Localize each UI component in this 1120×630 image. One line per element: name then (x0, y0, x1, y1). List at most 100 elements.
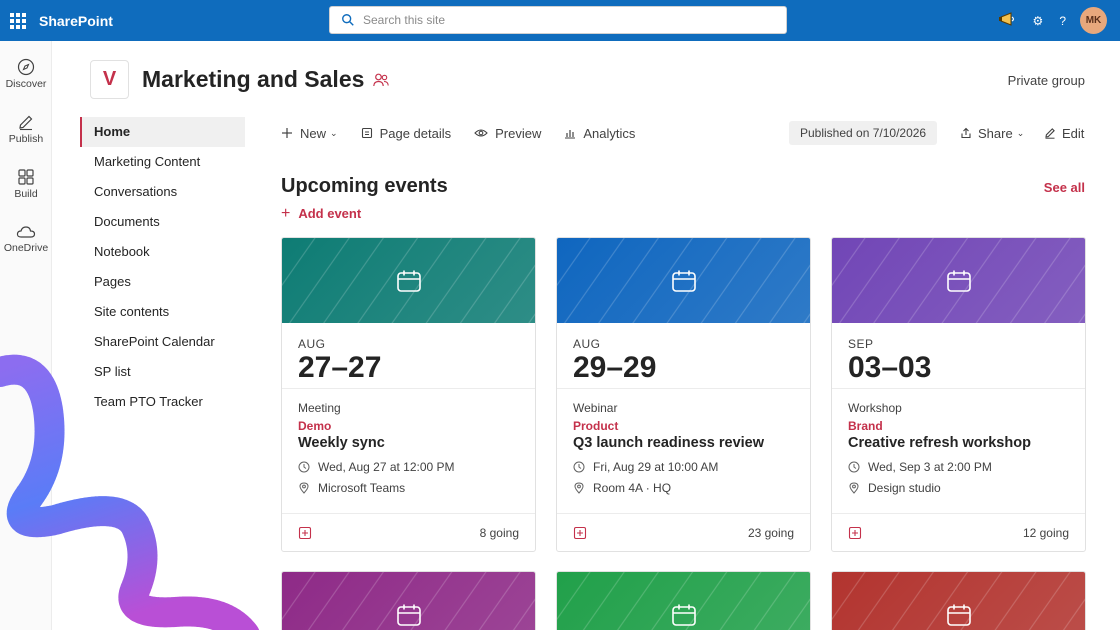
appbar-label: Discover (5, 78, 47, 90)
nav-item-sp-list[interactable]: SP list (80, 357, 245, 387)
pencil-icon (1045, 128, 1055, 139)
location-pin-icon (849, 482, 859, 494)
clock-icon (848, 461, 860, 473)
event-time: Wed, Sep 3 at 2:00 PM (848, 460, 1069, 474)
nav-item-conversations[interactable]: Conversations (80, 177, 245, 207)
event-footer: 8 going (282, 514, 535, 551)
event-location-text: Microsoft Teams (318, 481, 406, 495)
site-navigation: Home Marketing Content Conversations Doc… (80, 117, 245, 417)
appbar-item-onedrive[interactable]: OneDrive (0, 224, 52, 254)
add-to-calendar-icon[interactable] (848, 526, 862, 540)
plus-icon (282, 128, 292, 138)
published-status: Published on 7/10/2026 (789, 121, 938, 145)
appbar-item-publish[interactable]: Publish (0, 113, 52, 145)
event-month: AUG (573, 337, 601, 351)
event-date: AUG 29–29 (557, 323, 810, 389)
event-attendee-count: 12 going (1022, 525, 1069, 540)
pen-icon (19, 115, 33, 131)
event-card[interactable]: AUG 29–29 Webinar Product Q3 launch readines… (556, 237, 811, 552)
event-time: Wed, Aug 27 at 12:00 PM (298, 460, 519, 474)
app-bar: Discover Publish Build OneDrive (0, 41, 52, 630)
search-icon (342, 14, 354, 26)
add-to-calendar-icon[interactable] (298, 526, 312, 540)
nav-item-team-pto-tracker[interactable]: Team PTO Tracker (80, 387, 245, 417)
analytics-button[interactable]: Analytics (564, 126, 635, 141)
avatar[interactable]: MK (1080, 7, 1107, 34)
calendar-icon (946, 270, 971, 292)
settings-gear-icon[interactable]: ⚙ (1033, 14, 1044, 28)
nav-item-documents[interactable]: Documents (80, 207, 245, 237)
event-time-text: Fri, Aug 29 at 10:00 AM (593, 460, 719, 474)
event-category: Product (573, 419, 619, 433)
event-type: Workshop (848, 401, 902, 415)
site-logo[interactable]: V (90, 60, 129, 99)
nav-item-pages[interactable]: Pages (80, 267, 245, 297)
clock-icon (573, 461, 585, 473)
nav-item-home[interactable]: Home (80, 117, 245, 147)
preview-label: Preview (495, 125, 542, 141)
event-card[interactable]: SEP 03–03 Workshop Brand Creative refresh wo… (831, 237, 1086, 552)
event-footer: 12 going (832, 514, 1085, 551)
search-input[interactable] (363, 13, 743, 27)
group-members-icon[interactable] (373, 73, 389, 87)
page-title[interactable]: Marketing and Sales (142, 66, 364, 93)
event-type: Webinar (573, 401, 618, 415)
calendar-icon (946, 604, 971, 626)
event-time: Fri, Aug 29 at 10:00 AM (573, 460, 794, 474)
new-button[interactable]: New ⌄ (281, 126, 338, 141)
appbar-item-discover[interactable]: Discover (0, 58, 52, 90)
event-title[interactable]: Weekly sync (298, 435, 519, 451)
event-card[interactable] (281, 571, 536, 630)
nav-item-sharepoint-calendar[interactable]: SharePoint Calendar (80, 327, 245, 357)
page-details-button[interactable]: Page details (361, 125, 452, 141)
suite-bar: SharePoint ⚙ ? MK (0, 0, 1120, 41)
event-category: Brand (848, 419, 883, 433)
megaphone-icon[interactable] (998, 12, 1017, 29)
event-date: AUG 27–27 (282, 323, 535, 389)
appbar-label: Publish (8, 133, 44, 145)
preview-button[interactable]: Preview (474, 126, 541, 141)
event-info: Workshop Brand Creative refresh workshop We… (832, 389, 1085, 514)
event-location: Microsoft Teams (298, 481, 519, 495)
grid-icon (18, 169, 34, 185)
event-card[interactable] (556, 571, 811, 630)
event-info: Webinar Product Q3 launch readiness review… (557, 389, 810, 514)
page-details-label: Page details (379, 125, 452, 141)
nav-item-site-contents[interactable]: Site contents (80, 297, 245, 327)
edit-button[interactable]: Edit (1044, 121, 1084, 145)
location-pin-icon (299, 482, 309, 494)
chevron-down-icon: ⌄ (1016, 127, 1025, 138)
share-button[interactable]: Share ⌄ (960, 121, 1024, 145)
event-card[interactable] (831, 571, 1086, 630)
privacy-label: Private group (1007, 73, 1085, 88)
clock-icon (298, 461, 310, 473)
app-name[interactable]: SharePoint (39, 13, 113, 29)
add-event-button[interactable]: + Add event (281, 204, 361, 222)
eye-icon (474, 129, 488, 137)
appbar-item-build[interactable]: Build (0, 168, 52, 200)
app-launcher-button[interactable] (0, 0, 36, 41)
event-location: Room 4A · HQ (573, 481, 794, 495)
help-icon[interactable]: ? (1059, 14, 1066, 28)
page-details-icon (361, 127, 372, 139)
event-banner (557, 238, 810, 323)
event-month: SEP (848, 337, 874, 351)
calendar-icon (396, 270, 421, 292)
event-banner (282, 572, 535, 630)
event-day-range: 29–29 (573, 351, 657, 384)
command-bar: New ⌄ Page details Preview Analytics (281, 121, 658, 145)
search-box[interactable] (329, 6, 787, 34)
event-type: Meeting (298, 401, 341, 415)
event-title[interactable]: Creative refresh workshop (848, 435, 1069, 451)
event-location-text: Design studio (868, 481, 941, 495)
event-date: SEP 03–03 (832, 323, 1085, 389)
nav-item-marketing-content[interactable]: Marketing Content (80, 147, 245, 177)
nav-item-notebook[interactable]: Notebook (80, 237, 245, 267)
chevron-down-icon: ⌄ (330, 127, 338, 138)
event-location: Design studio (848, 481, 1069, 495)
see-all-link[interactable]: See all (1044, 180, 1085, 195)
event-card[interactable]: AUG 27–27 Meeting Demo Weekly sync Wed, Aug 2… (281, 237, 536, 552)
event-title[interactable]: Q3 launch readiness review (573, 435, 794, 451)
add-to-calendar-icon[interactable] (573, 526, 587, 540)
plus-icon: + (281, 204, 291, 222)
